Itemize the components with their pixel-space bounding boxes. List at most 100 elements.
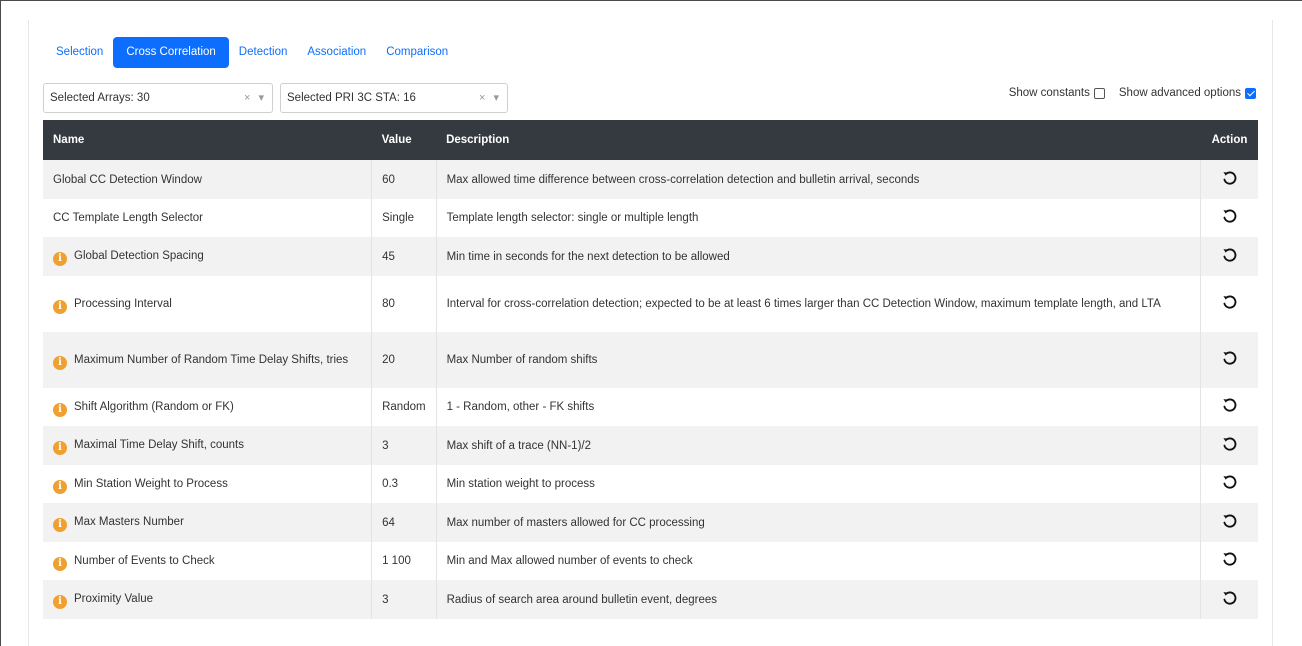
param-name: Global Detection Spacing	[74, 250, 204, 262]
param-description: Template length selector: single or mult…	[435, 199, 1201, 237]
param-value[interactable]: Random	[371, 388, 437, 426]
param-description: Min station weight to process	[435, 465, 1201, 503]
undo-icon[interactable]	[1222, 248, 1237, 266]
param-value[interactable]: 3	[371, 580, 437, 619]
tab-selection[interactable]: Selection	[46, 37, 113, 68]
param-name-cell: i Number of Events to Check	[43, 542, 372, 580]
stations-select-value: Selected PRI 3C STA: 16	[287, 92, 416, 104]
undo-icon[interactable]	[1222, 351, 1237, 369]
param-description: Max Number of random shifts	[435, 332, 1201, 388]
table-row: i Number of Events to Check 1 100 Min and M…	[43, 542, 1258, 580]
table-row: i Processing Interval 80 Interval for cross…	[43, 276, 1258, 332]
show-advanced-label: Show advanced options	[1118, 87, 1241, 99]
param-name: Number of Events to Check	[74, 554, 215, 567]
info-icon[interactable]: i	[53, 441, 67, 455]
param-value[interactable]: 20	[371, 332, 437, 388]
action-cell	[1200, 160, 1258, 199]
table-row: i Proximity Value 3 Radius of search area a…	[43, 580, 1258, 619]
tab-cross-correlation[interactable]: Cross Correlation	[113, 37, 229, 68]
table-row: i Global Detection Spacing 45 Min time in s…	[43, 237, 1258, 276]
display-options: Show constants Show advanced options	[1009, 87, 1256, 99]
action-cell	[1200, 237, 1258, 276]
info-icon[interactable]: i	[53, 556, 67, 571]
undo-icon[interactable]	[1222, 209, 1237, 227]
param-value[interactable]: 80	[371, 276, 437, 332]
chevron-down-icon[interactable]: ▾	[258, 84, 264, 112]
show-constants-label: Show constants	[1008, 87, 1090, 99]
info-icon[interactable]: i	[53, 479, 67, 494]
column-header-action: Action	[1211, 134, 1248, 146]
info-icon[interactable]: i	[53, 402, 67, 417]
param-description: Max allowed time difference between cros…	[435, 160, 1201, 199]
show-constants-checkbox[interactable]	[1093, 87, 1105, 99]
param-name: Min Station Weight to Process	[74, 477, 228, 490]
action-cell	[1200, 426, 1258, 465]
info-icon[interactable]: i	[53, 518, 67, 532]
undo-icon[interactable]	[1222, 475, 1237, 493]
param-name: CC Template Length Selector	[53, 212, 204, 224]
info-icon[interactable]: i	[53, 355, 67, 370]
param-value[interactable]: 3	[371, 426, 437, 465]
info-icon[interactable]: i	[53, 252, 67, 266]
param-name-cell: i Min Station Weight to Process	[43, 465, 372, 503]
table-row: Global CC Detection Window 60 Max allowed …	[43, 160, 1258, 199]
param-description: Max number of masters allowed for CC pro…	[435, 503, 1201, 542]
param-name: Max Masters Number	[74, 516, 184, 528]
param-name: Processing Interval	[74, 297, 172, 310]
clear-icon[interactable]: ×	[244, 84, 250, 112]
filter-selects: Selected Arrays: 30 × ▾ Selected PRI 3C …	[43, 83, 508, 113]
param-description: Min and Max allowed number of events to …	[435, 542, 1201, 580]
table-row: i Max Masters Number 64 Max number of maste…	[43, 503, 1258, 542]
tab-detection[interactable]: Detection	[229, 37, 298, 68]
table-row: CC Template Length Selector Single Templat…	[43, 199, 1258, 237]
param-name-cell: i Shift Algorithm (Random or FK)	[43, 388, 372, 426]
undo-icon[interactable]	[1222, 552, 1237, 570]
param-name-cell: i Maximum Number of Random Time Delay Shi…	[43, 332, 372, 388]
param-description: Interval for cross-correlation detection…	[435, 276, 1201, 332]
param-value[interactable]: Single	[371, 199, 437, 237]
column-header-description: Description	[446, 134, 510, 146]
action-cell	[1200, 332, 1258, 388]
column-header-name: Name	[53, 134, 85, 146]
stations-select[interactable]: Selected PRI 3C STA: 16 × ▾	[280, 83, 508, 113]
param-value[interactable]: 0.3	[371, 465, 437, 503]
param-value[interactable]: 1 100	[371, 542, 437, 580]
param-value[interactable]: 60	[371, 160, 437, 199]
show-advanced-checkbox[interactable]	[1245, 87, 1256, 99]
param-name-cell: CC Template Length Selector	[43, 199, 372, 237]
undo-icon[interactable]	[1222, 591, 1237, 609]
table-header-row: Name Value Description Action	[43, 120, 1258, 160]
tab-association[interactable]: Association	[297, 37, 376, 68]
action-cell	[1200, 542, 1258, 580]
column-header-value: Value	[381, 134, 412, 146]
tab-comparison[interactable]: Comparison	[376, 37, 458, 68]
chevron-down-icon[interactable]: ▾	[493, 84, 499, 112]
info-icon[interactable]: i	[53, 595, 67, 609]
undo-icon[interactable]	[1222, 437, 1237, 455]
undo-icon[interactable]	[1222, 398, 1237, 416]
clear-icon[interactable]: ×	[479, 84, 485, 112]
param-value[interactable]: 64	[371, 503, 437, 542]
action-cell	[1200, 276, 1258, 332]
parameters-table: Name Value Description Action Global CC …	[43, 120, 1258, 619]
arrays-select[interactable]: Selected Arrays: 30 × ▾	[43, 83, 273, 113]
table-row: i Shift Algorithm (Random or FK) Random 1 -…	[43, 388, 1258, 426]
param-name-cell: i Processing Interval	[43, 276, 372, 332]
param-name: Shift Algorithm (Random or FK)	[74, 400, 234, 413]
table-row: i Maximum Number of Random Time Delay Shi…	[43, 332, 1258, 388]
action-cell	[1200, 503, 1258, 542]
action-cell	[1200, 199, 1258, 237]
param-name: Proximity Value	[74, 593, 154, 605]
undo-icon[interactable]	[1222, 295, 1237, 313]
action-cell	[1200, 388, 1258, 426]
param-name-cell: i Proximity Value	[43, 580, 372, 619]
undo-icon[interactable]	[1222, 171, 1237, 189]
undo-icon[interactable]	[1222, 514, 1237, 532]
param-value[interactable]: 45	[371, 237, 437, 276]
table-row: i Min Station Weight to Process 0.3 Min sta…	[43, 465, 1258, 503]
param-name: Global CC Detection Window	[53, 173, 202, 186]
param-description: Radius of search area around bulletin ev…	[435, 580, 1201, 619]
param-description: 1 - Random, other - FK shifts	[435, 388, 1201, 426]
action-cell	[1200, 465, 1258, 503]
info-icon[interactable]: i	[53, 299, 67, 314]
